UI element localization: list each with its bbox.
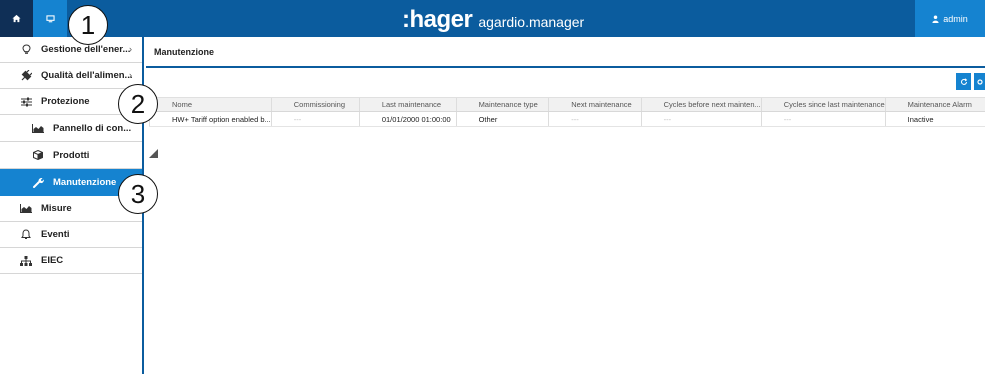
table-cell: HW+ Tariff option enabled b... — [149, 111, 272, 127]
monitor-button[interactable] — [33, 0, 67, 37]
sliders-icon — [19, 95, 33, 109]
gear-icon — [976, 78, 983, 85]
box-icon — [31, 148, 45, 162]
refresh-icon — [960, 77, 967, 85]
sidebar-item-energy-management[interactable]: Gestione dell'ener... › — [0, 37, 142, 63]
chevron-right-icon: › — [129, 44, 132, 54]
page-title-text: Manutenzione — [154, 46, 214, 57]
main-content: Manutenzione Nome Commissioning Last mai… — [146, 37, 985, 374]
toolbar — [956, 73, 985, 90]
chevron-right-icon: › — [129, 70, 132, 80]
column-header[interactable]: Commissioning — [270, 97, 360, 112]
bell-icon — [19, 228, 33, 242]
maintenance-table: Nome Commissioning Last maintenance Main… — [149, 97, 985, 127]
sidebar-item-label: Misure — [41, 203, 72, 214]
table-row[interactable]: HW+ Tariff option enabled b... --- 01/01… — [149, 111, 985, 127]
table-cell: Other — [455, 111, 549, 127]
monitor-icon — [45, 14, 55, 22]
column-header[interactable]: Next maintenance — [548, 97, 642, 112]
callout-1: 1 — [68, 5, 108, 45]
sidebar-item-label: Pannello di con... — [53, 122, 132, 134]
table-cell: Inactive — [884, 111, 985, 127]
table-cell: --- — [760, 111, 886, 127]
column-header[interactable]: Maintenance Alarm — [884, 97, 985, 112]
wrench-icon — [31, 176, 45, 190]
user-icon — [932, 15, 939, 23]
table-header-row: Nome Commissioning Last maintenance Main… — [149, 97, 985, 112]
user-menu-button[interactable]: admin — [915, 0, 985, 37]
sidebar-item-events[interactable]: Eventi — [0, 222, 142, 248]
column-header[interactable]: Maintenance type — [455, 97, 549, 112]
sidebar-item-label: Prodotti — [53, 149, 90, 161]
sidebar-item-label: Eventi — [41, 229, 70, 240]
sidebar-item-power-quality[interactable]: Qualità dell'alimen... › — [0, 63, 142, 89]
sidebar-item-label: Protezione — [41, 96, 90, 107]
column-header[interactable]: Nome — [149, 97, 272, 112]
plug-icon — [19, 69, 33, 83]
callout-3: 3 — [118, 174, 158, 214]
sidebar-item-label: EIEC — [41, 255, 64, 266]
top-bar: :hager agardio.manager admin — [0, 0, 985, 37]
callout-2: 2 — [118, 84, 158, 124]
column-header[interactable]: Last maintenance — [358, 97, 457, 112]
home-button[interactable] — [0, 0, 33, 37]
sidebar-item-products[interactable]: Prodotti — [0, 142, 142, 169]
table-cell: --- — [640, 111, 762, 127]
sidebar-item-label: Qualità dell'alimen... — [41, 70, 133, 81]
column-header[interactable]: Cycles before next mainten... — [640, 97, 762, 112]
table-cell: --- — [270, 111, 360, 127]
user-name: admin — [943, 13, 968, 24]
sidebar-item-dashboard[interactable]: Pannello di con... — [0, 115, 142, 142]
network-icon — [19, 254, 33, 268]
lightbulb-icon — [19, 43, 33, 57]
chart-icon — [31, 121, 45, 135]
brand-name: :hager — [402, 6, 473, 33]
area-chart-icon — [19, 202, 33, 216]
sidebar-item-label: Manutenzione — [53, 177, 117, 188]
row-resize-icon — [149, 149, 158, 158]
table-cell: 01/01/2000 01:00:00 — [358, 111, 457, 127]
settings-button[interactable] — [974, 73, 985, 90]
page-title: Manutenzione — [146, 37, 985, 68]
refresh-button[interactable] — [956, 73, 971, 90]
table-cell: --- — [548, 111, 642, 127]
sidebar-item-eiec[interactable]: EIEC — [0, 248, 142, 274]
product-name: agardio.manager — [478, 14, 585, 30]
home-icon — [12, 14, 21, 23]
sidebar-item-label: Gestione dell'ener... — [41, 44, 131, 55]
column-header[interactable]: Cycles since last maintenance — [760, 97, 886, 112]
brand-logo: :hager agardio.manager — [402, 6, 585, 33]
